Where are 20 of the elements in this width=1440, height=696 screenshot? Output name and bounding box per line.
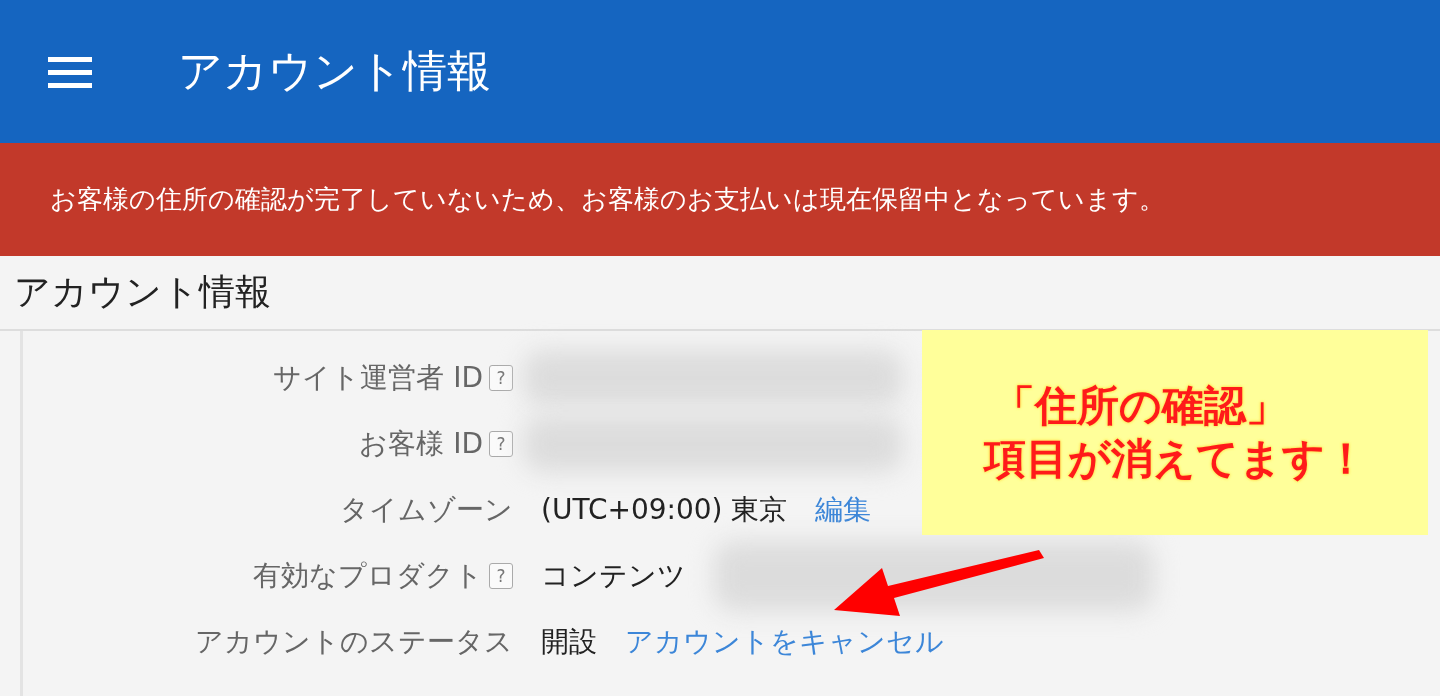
- annotation-text: 「住所の確認」: [992, 380, 1288, 432]
- page-title: アカウント情報: [178, 44, 491, 98]
- link[interactable]: 編集: [815, 491, 872, 529]
- field-value: コンテンツ: [541, 558, 686, 594]
- menu-icon[interactable]: [48, 55, 92, 88]
- field-label: お客様 ID: [359, 426, 483, 462]
- link[interactable]: アカウントをキャンセル: [625, 623, 944, 661]
- field-label: サイト運営者 ID: [273, 360, 483, 396]
- section-title: アカウント情報: [14, 270, 271, 314]
- help-icon[interactable]: ?: [489, 365, 513, 391]
- help-icon[interactable]: ?: [489, 431, 513, 457]
- alert-message: お客様の住所の確認が完了していないため、お客様のお支払いは現在保留中となっています。: [50, 183, 1165, 216]
- field-value: (UTC+09:00) 東京: [541, 492, 788, 528]
- annotation-text: 項目が消えてます！: [983, 432, 1367, 485]
- arrow-icon: [834, 548, 1044, 618]
- field-value: 開設: [541, 624, 597, 660]
- field-label: 有効なプロダクト: [253, 558, 483, 594]
- field-label: タイムゾーン: [340, 492, 513, 528]
- field-label: アカウントのステータス: [195, 624, 513, 660]
- help-icon[interactable]: ?: [489, 563, 513, 589]
